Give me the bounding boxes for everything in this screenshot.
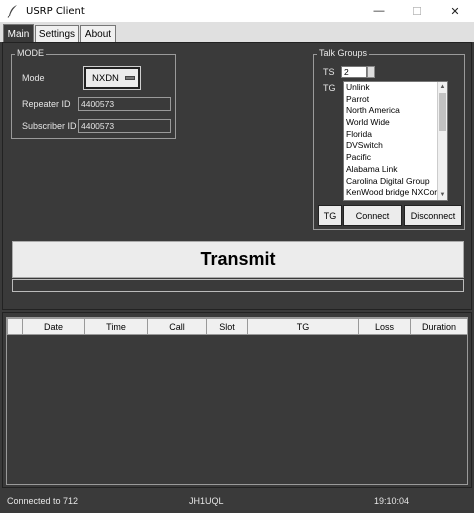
- column-header-call[interactable]: Call: [148, 318, 207, 335]
- clock-status: 19:10:04: [374, 496, 410, 506]
- column-header-loss[interactable]: Loss: [359, 318, 411, 335]
- ts-spin-arrows-icon[interactable]: [367, 66, 375, 78]
- tab-about[interactable]: About: [80, 25, 116, 42]
- talk-group-item[interactable]: Unlink: [344, 82, 447, 94]
- ts-label: TS: [323, 67, 335, 77]
- column-header-date[interactable]: Date: [23, 318, 85, 335]
- column-header-icon[interactable]: [7, 318, 23, 335]
- talk-group-item[interactable]: North America: [344, 105, 447, 117]
- mode-group: MODE Mode NXDN Repeater ID 4400573 Subsc…: [11, 48, 176, 139]
- close-button[interactable]: ✕: [436, 0, 474, 22]
- title-bar: USRP Client — ☐ ✕: [0, 0, 474, 22]
- talk-group-item[interactable]: DVSwitch: [344, 140, 447, 152]
- main-panel: MODE Mode NXDN Repeater ID 4400573 Subsc…: [2, 42, 472, 310]
- tg-label: TG: [323, 83, 336, 93]
- talk-group-item[interactable]: Florida: [344, 129, 447, 141]
- talk-group-item[interactable]: KenWood bridge NXCore: [344, 187, 447, 199]
- column-header-slot[interactable]: Slot: [207, 318, 248, 335]
- mode-label: Mode: [22, 73, 45, 83]
- scroll-down-icon[interactable]: ▼: [438, 190, 447, 200]
- tx-level-bar: [12, 279, 464, 292]
- log-table[interactable]: Date Time Call Slot TG Loss Duration: [6, 317, 468, 485]
- minimize-button[interactable]: —: [360, 0, 398, 22]
- mode-group-title: MODE: [15, 48, 46, 58]
- talk-group-item[interactable]: Parrot: [344, 94, 447, 106]
- callsign-status: JH1UQL: [189, 496, 224, 506]
- maximize-button[interactable]: ☐: [398, 0, 436, 22]
- column-header-time[interactable]: Time: [85, 318, 148, 335]
- option-menu-indicator-icon: [124, 76, 135, 80]
- scroll-up-icon[interactable]: ▲: [438, 82, 447, 92]
- subscriber-id-field[interactable]: 4400573: [78, 119, 171, 133]
- column-header-duration[interactable]: Duration: [411, 318, 468, 335]
- connect-button[interactable]: Connect: [343, 205, 402, 226]
- talk-group-item[interactable]: World Wide: [344, 117, 447, 129]
- ts-spinbox[interactable]: 2: [341, 66, 367, 78]
- tab-strip: Main Settings About: [0, 22, 474, 43]
- transmit-button[interactable]: Transmit: [12, 241, 464, 278]
- log-table-header: Date Time Call Slot TG Loss Duration: [7, 318, 468, 335]
- mode-value: NXDN: [92, 72, 119, 84]
- scroll-thumb[interactable]: [439, 93, 446, 131]
- talk-groups-title: Talk Groups: [317, 48, 370, 58]
- talk-group-item[interactable]: Alabama Link: [344, 164, 447, 176]
- repeater-id-label: Repeater ID: [22, 99, 71, 109]
- mode-select[interactable]: NXDN: [83, 66, 141, 90]
- repeater-id-field[interactable]: 4400573: [78, 97, 171, 111]
- log-panel: Date Time Call Slot TG Loss Duration: [2, 312, 472, 488]
- disconnect-button[interactable]: Disconnect: [404, 205, 462, 226]
- subscriber-id-label: Subscriber ID: [22, 121, 77, 131]
- talk-group-item[interactable]: Pacific: [344, 152, 447, 164]
- window-title: USRP Client: [26, 5, 85, 17]
- status-bar: Connected to 712 JH1UQL 19:10:04: [0, 490, 474, 513]
- talk-group-list[interactable]: Unlink Parrot North America World Wide Flori…: [343, 81, 448, 201]
- talk-group-item[interactable]: Carolina Digital Group: [344, 176, 447, 188]
- tab-main[interactable]: Main: [3, 24, 34, 43]
- talk-groups-group: Talk Groups TS 2 TG Unlink Parrot North Am…: [313, 48, 465, 230]
- tab-settings[interactable]: Settings: [35, 25, 79, 42]
- feather-icon: [7, 5, 17, 18]
- column-header-tg[interactable]: TG: [248, 318, 359, 335]
- list-scrollbar[interactable]: ▲ ▼: [437, 82, 447, 200]
- connection-status: Connected to 712: [7, 496, 79, 506]
- tg-button[interactable]: TG: [318, 205, 342, 226]
